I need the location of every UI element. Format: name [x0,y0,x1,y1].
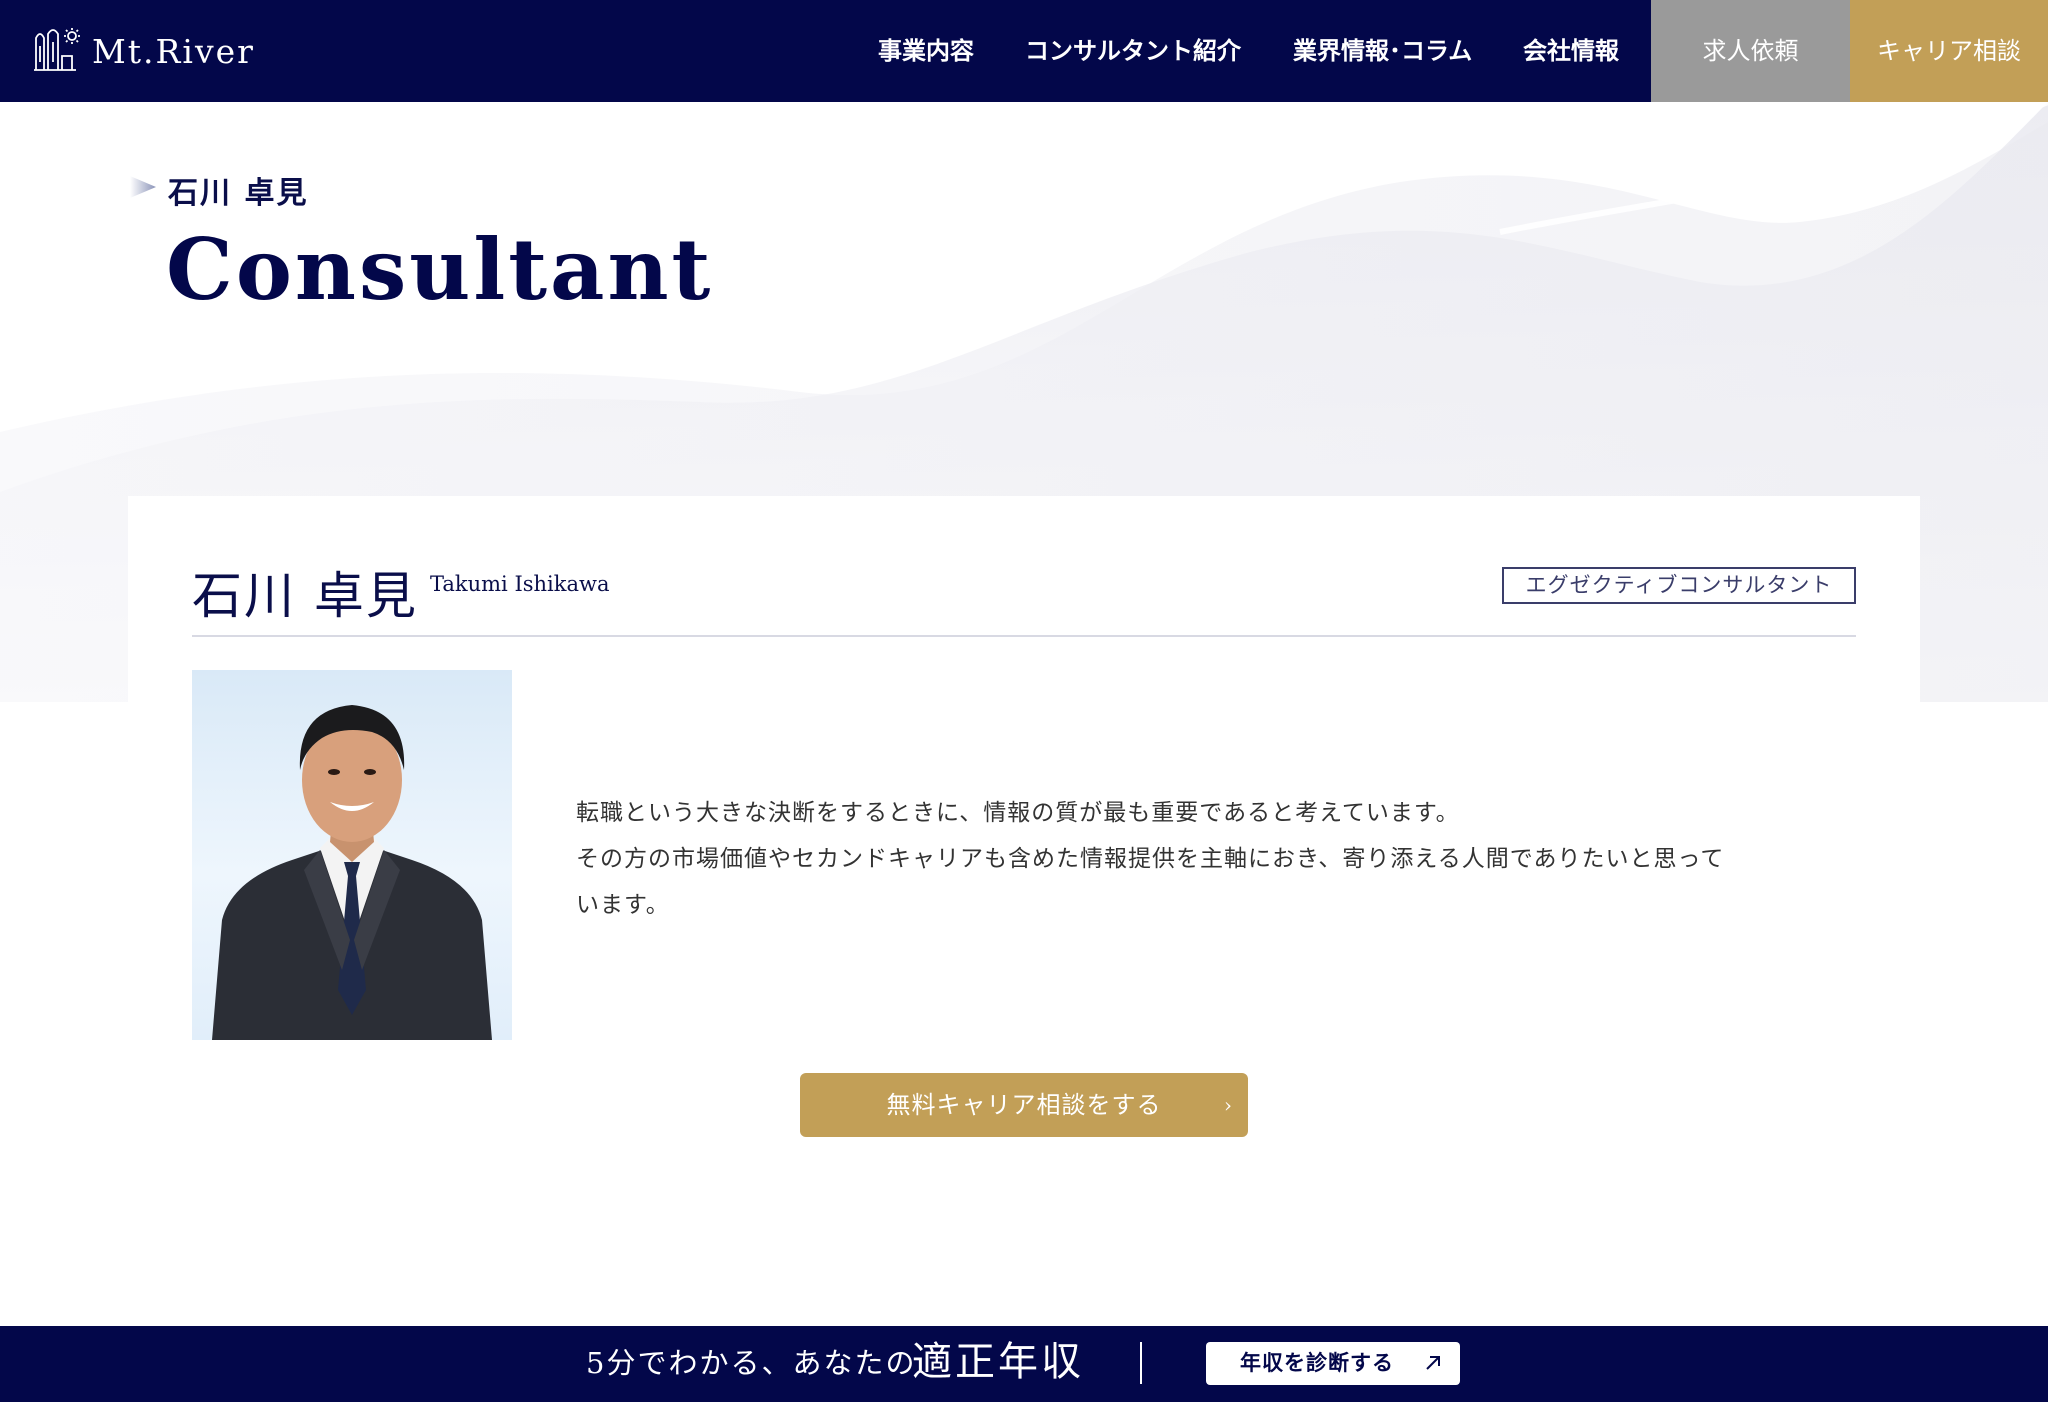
bio-line: 転職という大きな決断をするときに、情報の質が最も重要であると考えています。 [576,800,1460,826]
job-request-button[interactable]: 求人依頼 [1651,0,1850,102]
free-career-consult-button[interactable]: 無料キャリア相談をする › [800,1073,1248,1137]
consultant-name-jp: 石川 卓見 [192,567,418,625]
arrow-up-right-icon [1426,1356,1440,1370]
consultant-bio: 転職という大きな決断をするときに、情報の質が最も重要であると考えています。 その… [576,790,1866,928]
consultant-photo [192,670,512,1040]
salary-diagnosis-button[interactable]: 年収を診断する [1206,1342,1460,1385]
bio-line: その方の市場価値やセカンドキャリアも含めた情報提供を主軸におき、寄り添える人間で… [576,846,1725,872]
banner-lead-text: 5分でわかる、あなたの [586,1346,917,1380]
consultant-name-en: Takumi Ishikawa [430,572,610,596]
nav-company[interactable]: 会社情報 [1523,0,1619,102]
nav-business[interactable]: 事業内容 [878,0,974,102]
nav-industry-column[interactable]: 業界情報･コラム [1293,0,1472,102]
divider [192,635,1856,637]
site-header: Mt.River 事業内容 コンサルタント紹介 業界情報･コラム 会社情報 求人… [0,0,2048,102]
banner-headline: 適正年収 [912,1339,1084,1385]
mountain-river-logo-icon [32,26,80,76]
career-consult-button[interactable]: キャリア相談 [1850,0,2048,102]
page-title: Consultant [166,220,714,319]
triangle-arrow-icon [130,176,156,198]
role-badge: エグゼクティブコンサルタント [1502,567,1856,604]
cta-label: 無料キャリア相談をする [886,1091,1162,1119]
page-subtitle: 石川 卓見 [168,176,309,211]
banner-separator [1140,1342,1142,1384]
chevron-right-icon: › [1224,1093,1232,1117]
nav-consultants[interactable]: コンサルタント紹介 [1025,0,1241,102]
logo[interactable]: Mt.River [32,28,255,74]
logo-text: Mt.River [92,31,255,71]
bio-line: います。 [576,892,670,918]
salary-diagnosis-label: 年収を診断する [1240,1351,1394,1375]
